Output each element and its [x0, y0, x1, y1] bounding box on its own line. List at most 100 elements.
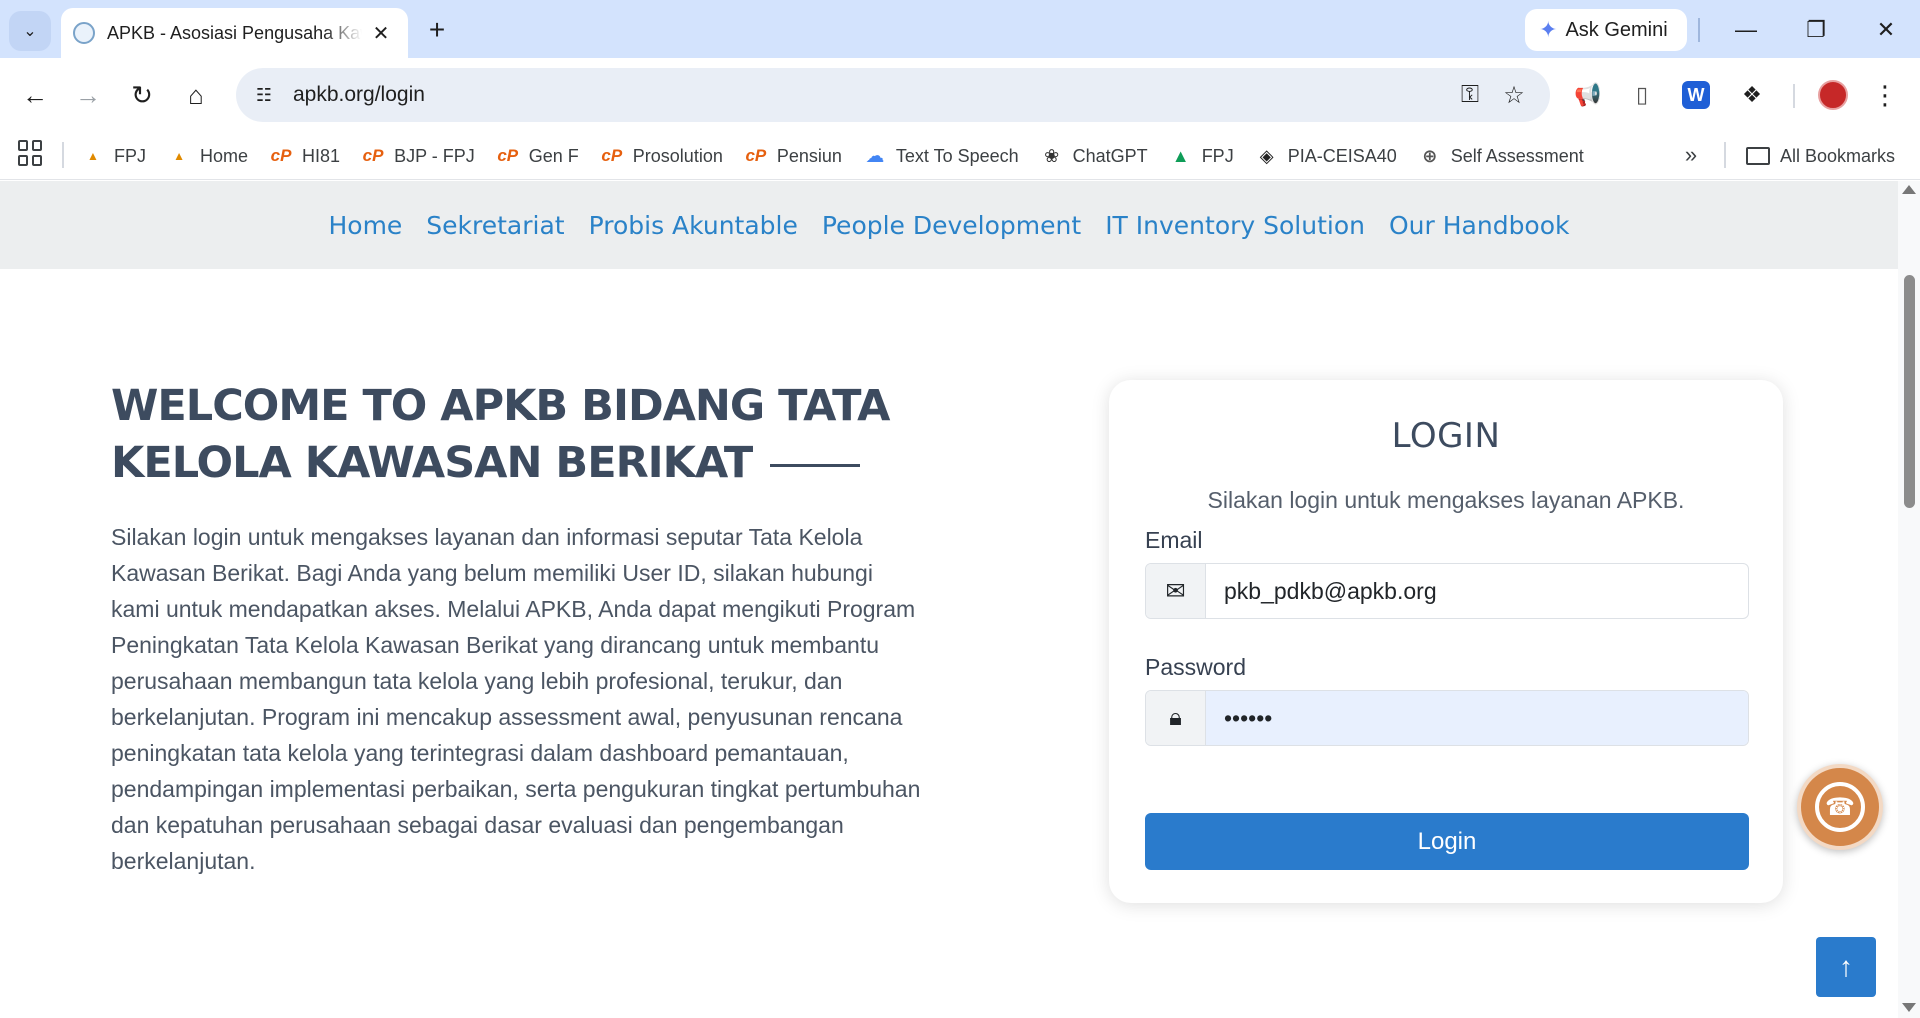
drive-icon: ▲ — [1171, 145, 1190, 166]
close-tab-icon[interactable]: ✕ — [368, 20, 394, 46]
nav-our-handbook[interactable]: Our Handbook — [1389, 211, 1570, 240]
whatsapp-icon: ☎ — [1815, 782, 1865, 832]
cp-logo-icon: cP — [745, 146, 767, 165]
word-extension-icon[interactable]: W — [1682, 81, 1710, 109]
active-tab[interactable]: APKB - Asosiasi Pengusaha Kawasan Berika… — [61, 8, 408, 58]
email-field[interactable]: ✉ pkb_pdkb@apkb.org — [1145, 563, 1749, 619]
ask-gemini-button[interactable]: ✦ Ask Gemini — [1525, 9, 1687, 51]
login-card: LOGIN Silakan login untuk mengakses laya… — [1109, 380, 1783, 903]
bookmark-label: FPJ — [114, 145, 147, 166]
password-key-icon[interactable]: ⚿ — [1448, 73, 1492, 117]
megaphone-extension-icon[interactable]: 📢 — [1569, 76, 1607, 114]
nav-it-inventory-solution[interactable]: IT Inventory Solution — [1105, 211, 1365, 240]
home-icon[interactable]: ⌂ — [176, 75, 216, 115]
back-arrow-icon[interactable]: ← — [15, 75, 55, 115]
window-close-icon[interactable]: ✕ — [1858, 10, 1914, 50]
bookmark-label: Text To Speech — [895, 145, 1019, 166]
scroll-up-icon[interactable] — [1902, 185, 1916, 194]
bookmark-item[interactable]: ▲ Home — [168, 146, 248, 167]
whatsapp-button[interactable]: ☎ — [1797, 764, 1883, 850]
password-label: Password — [1145, 654, 1246, 680]
bookmark-label: Self Assessment — [1450, 145, 1584, 166]
apps-grid-icon[interactable] — [18, 140, 44, 166]
scroll-down-icon[interactable] — [1902, 1003, 1916, 1012]
bookmark-label: Pensiun — [776, 145, 842, 166]
bookmark-label: Prosolution — [632, 145, 723, 166]
cp-logo-icon: cP — [497, 146, 519, 165]
divider — [62, 142, 64, 168]
site-info-icon[interactable]: ☷ — [245, 76, 283, 114]
profile-avatar[interactable] — [1818, 80, 1848, 110]
cp-logo-icon: cP — [270, 146, 292, 165]
restore-icon[interactable]: ❐ — [1788, 10, 1844, 50]
mouse-extension-icon[interactable]: ▯ — [1623, 76, 1661, 114]
cp-logo-icon: cP — [601, 146, 623, 165]
bookmark-item[interactable]: cP HI81 — [270, 146, 340, 167]
page-scrollbar[interactable] — [1898, 181, 1920, 1018]
more-bookmarks-icon[interactable]: » — [1676, 140, 1706, 170]
extensions-puzzle-icon[interactable]: ❖ — [1733, 76, 1771, 114]
title-underline — [770, 464, 861, 467]
nav-sekretariat[interactable]: Sekretariat — [426, 211, 564, 240]
reload-icon[interactable]: ↻ — [122, 75, 162, 115]
welcome-title-text: WELCOME TO APKB BIDANG TATA KELOLA KAWAS… — [111, 381, 890, 488]
address-bar[interactable]: ☷ apkb.org/login ⚿ ☆ — [236, 68, 1550, 122]
login-subtitle: Silakan login untuk mengakses layanan AP… — [1207, 487, 1685, 513]
bookmark-list: ▲ FPJ ▲ Home cP HI81 cP BJP - FPJ cP Gen F cP… — [82, 132, 1606, 180]
bookmark-item[interactable]: ▲ FPJ — [82, 146, 146, 167]
pma-logo-icon: ▲ — [87, 149, 99, 163]
bookmarks-bar: ▲ FPJ ▲ Home cP HI81 cP BJP - FPJ cP Gen F cP… — [0, 132, 1920, 180]
globe-icon: ⊕ — [1422, 145, 1438, 166]
url-text[interactable]: apkb.org/login — [293, 83, 1448, 107]
bookmark-item[interactable]: cP Pensiun — [745, 145, 842, 167]
envelope-icon: ✉ — [1146, 564, 1206, 618]
tab-title: APKB - Asosiasi Pengusaha Kawasan Berika… — [107, 22, 362, 43]
email-input[interactable]: pkb_pdkb@apkb.org — [1206, 564, 1748, 618]
login-button[interactable]: Login — [1145, 813, 1749, 870]
bookmark-item[interactable]: ⊕ Self Assessment — [1419, 146, 1584, 167]
scroll-thumb[interactable] — [1904, 275, 1915, 508]
page-viewport: Home Sekretariat Probis Akuntable People… — [0, 181, 1898, 1018]
layers-icon: ◈ — [1259, 145, 1274, 166]
all-bookmarks-button[interactable]: All Bookmarks — [1746, 132, 1895, 180]
new-tab-button[interactable]: + — [420, 13, 454, 47]
bookmark-label: ChatGPT — [1072, 145, 1148, 166]
bookmark-item[interactable]: ❀ ChatGPT — [1041, 146, 1148, 167]
more-menu-icon[interactable]: ⋮ — [1868, 75, 1902, 115]
login-title: LOGIN — [1391, 416, 1501, 456]
forward-arrow-icon[interactable]: → — [68, 75, 108, 115]
bookmark-label: HI81 — [302, 145, 341, 166]
bookmark-star-icon[interactable]: ☆ — [1492, 73, 1536, 117]
bookmark-item[interactable]: ☁ Text To Speech — [864, 145, 1019, 167]
bookmark-label: PIA-CEISA40 — [1287, 145, 1397, 166]
bookmark-label: Gen F — [528, 145, 579, 166]
chevron-down-icon: ⌄ — [23, 23, 37, 40]
nav-home[interactable]: Home — [328, 211, 402, 240]
lock-icon: 🔒︎ — [1146, 691, 1206, 745]
bookmark-item[interactable]: cP Gen F — [497, 145, 579, 167]
bookmark-item[interactable]: ▲ FPJ — [1170, 146, 1234, 167]
bookmark-item[interactable]: cP BJP - FPJ — [362, 146, 475, 167]
bookmark-label: Home — [200, 145, 249, 166]
arrow-up-icon: ↑ — [1839, 951, 1853, 982]
welcome-section: WELCOME TO APKB BIDANG TATA KELOLA KAWAS… — [111, 378, 931, 879]
chatgpt-icon: ❀ — [1044, 145, 1060, 166]
back-to-top-button[interactable]: ↑ — [1816, 937, 1876, 997]
password-input[interactable]: •••••• — [1206, 691, 1748, 745]
email-label: Email — [1145, 527, 1203, 553]
cloud-icon: ☁ — [865, 145, 885, 167]
bookmark-item[interactable]: cP Prosolution — [601, 145, 723, 167]
nav-people-development[interactable]: People Development — [822, 211, 1081, 240]
tab-search-button[interactable]: ⌄ — [9, 11, 51, 51]
ask-gemini-label: Ask Gemini — [1565, 18, 1668, 41]
site-navigation: Home Sekretariat Probis Akuntable People… — [0, 181, 1898, 269]
apkb-favicon-icon — [73, 22, 95, 44]
divider — [1724, 142, 1726, 168]
bookmark-item[interactable]: ◈ PIA-CEISA40 — [1256, 146, 1397, 167]
divider — [1793, 84, 1795, 108]
browser-toolbar: ← → ↻ ⌂ ☷ apkb.org/login ⚿ ☆ 📢 ▯ W ❖ — [0, 58, 1920, 132]
password-field[interactable]: 🔒︎ •••••• — [1145, 690, 1749, 746]
cp-logo-icon: cP — [362, 146, 384, 165]
minimize-icon[interactable]: — — [1718, 10, 1774, 50]
nav-probis-akuntable[interactable]: Probis Akuntable — [589, 211, 798, 240]
